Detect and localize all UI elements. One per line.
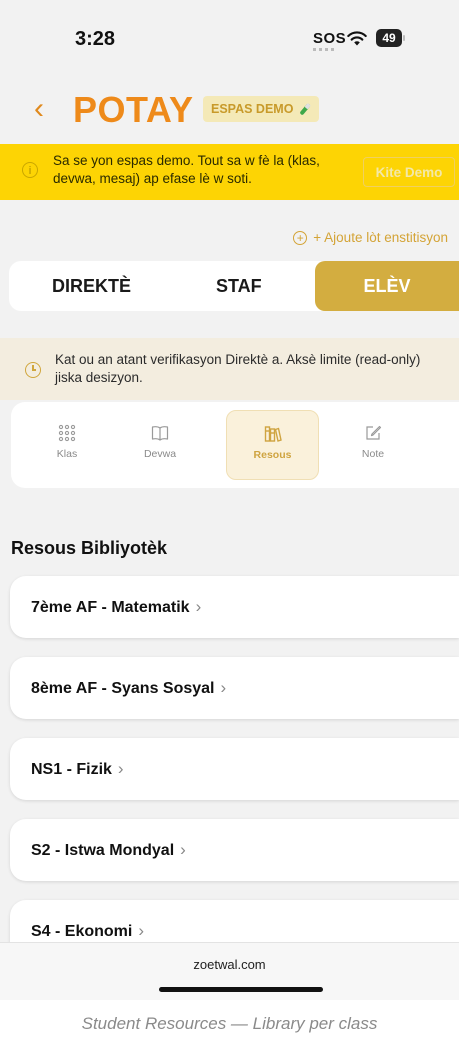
app-title: POTAY — [73, 89, 194, 130]
battery-icon: 49 — [376, 29, 402, 47]
list-item[interactable]: S2 - Istwa Mondyal › — [10, 819, 459, 881]
tab-classes[interactable]: Klas — [22, 410, 112, 480]
test-tube-icon — [300, 103, 311, 115]
demo-banner-text: Sa se yon espas demo. Tout sa w fè la (k… — [53, 153, 320, 186]
wifi-icon — [347, 31, 367, 46]
role-tabs: DIREKTÈ STAF ELÈV — [9, 261, 459, 311]
demo-banner: i Sa se yon espas demo. Tout sa w fè la … — [0, 144, 459, 200]
info-icon: i — [22, 162, 38, 178]
library-icon — [264, 426, 282, 442]
resource-name-text: S4 - Ekonomi — [31, 923, 133, 940]
pending-verification-notice: Kat ou an atant verifikasyon Direktè a. … — [0, 338, 459, 400]
chevron-right-icon: › — [180, 840, 186, 859]
pending-notice-text: Kat ou an atant verifikasyon Direktè a. … — [55, 352, 421, 385]
resource-name: 7ème AF - Matematik › — [31, 576, 201, 639]
add-circle-icon: + — [293, 230, 308, 245]
grid-icon — [58, 424, 76, 442]
demo-badge: ESPAS DEMO — [203, 96, 320, 122]
tab-classes-label: Klas — [56, 448, 78, 460]
tab-resources[interactable]: Resous — [226, 410, 319, 480]
resource-name: 8ème AF - Syans Sosyal › — [31, 657, 226, 720]
list-item[interactable]: 7ème AF - Matematik › — [10, 576, 459, 638]
tab-assignments-label: Devwa — [143, 448, 177, 460]
tab-assignments[interactable]: Devwa — [115, 410, 205, 480]
app-header: ‹ POTAY ESPAS DEMO — [0, 88, 459, 132]
demo-badge-label: ESPAS DEMO — [211, 102, 294, 116]
resource-name: S2 - Istwa Mondyal › — [31, 819, 186, 882]
home-indicator[interactable] — [159, 987, 323, 992]
chevron-right-icon: › — [138, 921, 145, 940]
resource-name-text: S2 - Istwa Mondyal — [31, 842, 175, 859]
chevron-right-icon: › — [195, 597, 202, 616]
list-item[interactable]: NS1 - Fizik › — [10, 738, 459, 800]
sos-indicator: SOS — [313, 30, 347, 47]
section-tabs: Klas Devwa Resous Note — [11, 402, 459, 488]
screenshot-caption: Student Resources — Library per class — [81, 1014, 378, 1033]
signal-dots-icon — [313, 48, 335, 51]
resources-title: Resous Bibliyotèk — [11, 538, 168, 558]
phone-screen: 3:28 SOS 49 ‹ POTAY ESPAS DEMO i Sa se y… — [0, 0, 459, 1000]
role-tab-staff[interactable]: STAF — [216, 261, 262, 311]
chevron-right-icon: › — [117, 759, 124, 778]
resource-name-text: 7ème AF - Matematik — [31, 599, 190, 616]
exit-demo-button[interactable]: Kite Demo — [363, 157, 455, 187]
role-tab-student[interactable]: ELÈV — [315, 261, 459, 311]
clock-icon — [25, 362, 41, 378]
resource-name: NS1 - Fizik › — [31, 738, 124, 801]
tab-grades[interactable]: Note — [328, 410, 418, 480]
tab-resources-label: Resous — [253, 449, 292, 461]
list-item[interactable]: 8ème AF - Syans Sosyal › — [10, 657, 459, 719]
back-chevron-icon[interactable]: ‹ — [34, 92, 58, 126]
book-icon — [151, 426, 169, 441]
status-time: 3:28 — [75, 28, 116, 50]
resource-name-text: 8ème AF - Syans Sosyal — [31, 680, 215, 697]
chevron-right-icon: › — [220, 678, 227, 697]
url-text: zoetwal.com — [193, 957, 266, 972]
role-tab-director[interactable]: DIREKTÈ — [52, 261, 131, 311]
add-institution-label: + Ajoute lòt enstitisyon — [313, 230, 448, 245]
add-institution-link[interactable]: + + Ajoute lòt enstitisyon — [293, 230, 448, 245]
resource-name-text: NS1 - Fizik — [31, 761, 112, 778]
status-bar: 3:28 SOS 49 — [0, 0, 459, 80]
edit-icon — [366, 425, 382, 440]
tab-grades-label: Note — [361, 448, 385, 460]
battery-tip — [403, 35, 405, 41]
